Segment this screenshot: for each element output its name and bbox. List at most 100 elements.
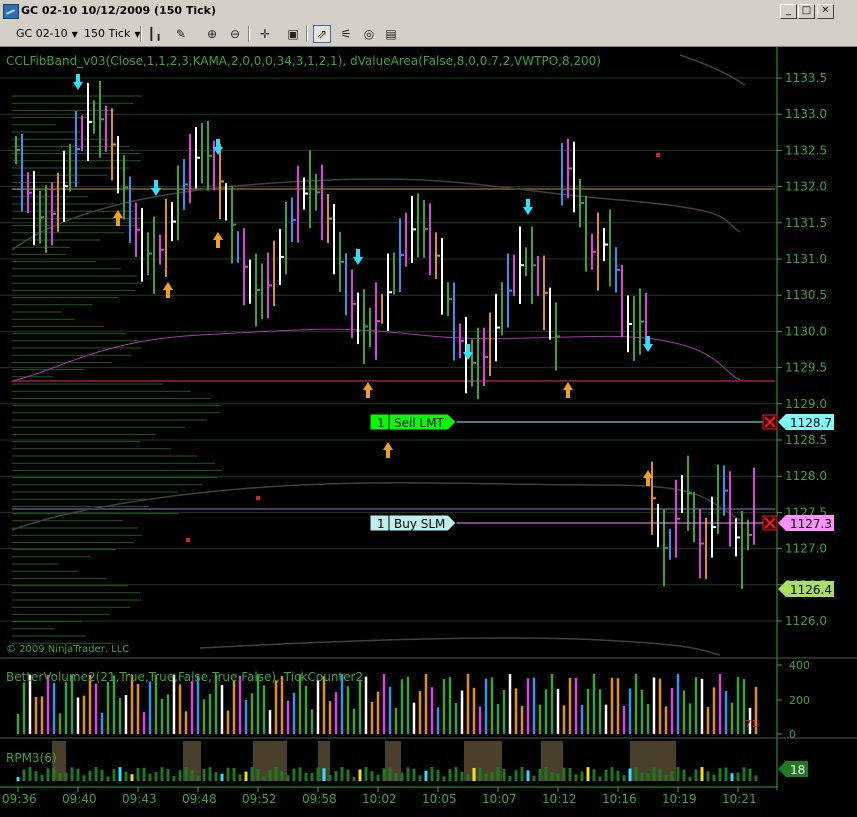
chart-app-icon: [3, 4, 19, 19]
rpm-indicator-label: RPM3(6): [6, 751, 57, 765]
price-tick-label: 1133.5: [785, 71, 827, 85]
red-marker: [186, 538, 190, 542]
chart-toolbar: GC 02-10 ▼ 150 Tick ▼ ┃╻ ✎ ⊕ ⊖ ✛ ▣ ⇗ ⚟ ◎ ▤: [0, 22, 857, 47]
minimize-button[interactable]: _: [780, 4, 797, 19]
indicator-label: CCLFibBand_v03(Close,1,1,2,3,KAMA,2,0,0,…: [6, 54, 601, 68]
signal-arrow-shaft: [386, 450, 390, 458]
signal-arrow-shaft: [646, 478, 650, 486]
price-tick-label: 1129.0: [785, 397, 827, 411]
signal-arrow-head: [151, 188, 161, 196]
ninjatrader-chart-window: GC 02-10 10/12/2009 (150 Tick) _ □ ✕ GC …: [0, 0, 857, 817]
signal-arrow-head: [353, 257, 363, 265]
toolbar-separator: [306, 26, 308, 42]
close-button[interactable]: ✕: [817, 4, 834, 19]
toolbar-separator: [248, 26, 250, 42]
last-price-label: 1126.4: [790, 583, 832, 597]
maximize-button[interactable]: □: [798, 4, 815, 19]
time-tick-label: 09:52: [242, 792, 277, 806]
signal-arrow-shaft: [166, 290, 170, 298]
order-type-label: Buy SLM: [394, 517, 445, 531]
rpm-background-block: [464, 741, 502, 781]
price-tick-label: 1131.0: [785, 252, 827, 266]
chart-canvas[interactable]: 1133.5 1133.0 1132.5 1132.0 1131.5 1131.0 1130…: [0, 47, 857, 817]
price-tick-label: 1128.0: [785, 469, 827, 483]
rpm-value: 18: [790, 763, 805, 777]
signal-arrow-head: [213, 232, 223, 240]
price-tick-label: 1130.5: [785, 288, 827, 302]
signal-arrow-shaft: [216, 139, 220, 147]
chart-panel[interactable]: 1133.5 1133.0 1132.5 1132.0 1131.5 1131.0 1130…: [0, 47, 857, 817]
interval-label: 150 Tick: [84, 27, 131, 40]
fib-band-outer: [679, 54, 746, 86]
time-tick-label: 09:43: [122, 792, 157, 806]
volume-indicator-label: BetterVolume2(21,True,True,False,True,Fa…: [6, 670, 363, 684]
order-qty: 1: [377, 416, 385, 430]
indicators-icon[interactable]: ◎: [360, 25, 378, 43]
crosshair-icon[interactable]: ✛: [256, 25, 274, 43]
copyright-label: © 2009 NinjaTrader, LLC: [6, 644, 129, 655]
signal-arrow-head: [563, 382, 573, 390]
price-tick-label: 1126.0: [785, 614, 827, 628]
fib-band-outer-lower: [199, 637, 721, 656]
time-tick-label: 10:02: [362, 792, 397, 806]
signal-arrow-head: [73, 82, 83, 90]
window-title: GC 02-10 10/12/2009 (150 Tick): [21, 4, 216, 17]
properties-icon[interactable]: ▣: [284, 25, 302, 43]
signal-arrow-shaft: [366, 390, 370, 398]
rpm-background-block: [385, 741, 401, 781]
signal-arrow-shaft: [116, 218, 120, 226]
red-marker: [256, 496, 260, 500]
price-tick-label: 1129.5: [785, 361, 827, 375]
instrument-selector[interactable]: GC 02-10 ▼: [16, 25, 78, 42]
chart-trader-icon[interactable]: ⇗: [313, 25, 331, 43]
signal-arrow-shaft: [646, 336, 650, 344]
zoom-in-icon[interactable]: ⊕: [203, 25, 221, 43]
signal-arrow-shaft: [154, 180, 158, 188]
price-tick-label: 1133.0: [785, 107, 827, 121]
price-tick-label: 1128.5: [785, 433, 827, 447]
signal-arrow-shaft: [356, 249, 360, 257]
order-qty: 1: [377, 517, 385, 531]
order-price-label: 1127.3: [790, 517, 832, 531]
signal-arrow-shaft: [466, 344, 470, 352]
volume-tick-label: 200: [789, 694, 810, 707]
instrument-label: GC 02-10: [16, 27, 68, 40]
time-tick-label: 10:12: [542, 792, 577, 806]
time-tick-label: 10:16: [602, 792, 637, 806]
signal-arrow-head: [163, 282, 173, 290]
time-tick-label: 09:48: [182, 792, 217, 806]
bar-type-icon[interactable]: ┃╻: [146, 25, 164, 43]
time-tick-label: 09:58: [302, 792, 337, 806]
signal-arrow-head: [383, 442, 393, 450]
title-bar[interactable]: GC 02-10 10/12/2009 (150 Tick) _ □ ✕: [0, 0, 857, 23]
signal-arrow-shaft: [566, 390, 570, 398]
volume-tick-label: 0: [789, 728, 796, 741]
time-tick-label: 10:05: [422, 792, 457, 806]
price-tick-label: 1127.0: [785, 542, 827, 556]
interval-selector[interactable]: 150 Tick ▼: [84, 25, 141, 42]
zoom-out-icon[interactable]: ⊖: [226, 25, 244, 43]
red-marker: [656, 153, 660, 157]
price-tick-label: 1132.5: [785, 143, 827, 157]
signal-arrow-shaft: [216, 240, 220, 248]
price-tick-label: 1130.0: [785, 324, 827, 338]
signal-arrow-shaft: [76, 74, 80, 82]
order-type-label: Sell LMT: [394, 416, 445, 430]
tick-counter: 71: [745, 719, 758, 730]
time-tick-label: 10:07: [482, 792, 517, 806]
time-tick-label: 10:19: [662, 792, 697, 806]
time-tick-label: 10:21: [722, 792, 757, 806]
time-tick-label: 09:40: [62, 792, 97, 806]
data-box-icon[interactable]: ▤: [382, 25, 400, 43]
chevron-down-icon: ▼: [71, 30, 78, 39]
signal-arrow-head: [363, 382, 373, 390]
strategies-icon[interactable]: ⚟: [337, 25, 355, 43]
volume-tick-label: 400: [789, 659, 810, 672]
price-tick-label: 1132.0: [785, 180, 827, 194]
signal-arrow-shaft: [526, 199, 530, 207]
toolbar-separator: [140, 26, 142, 42]
order-price-label: 1128.7: [790, 416, 832, 430]
time-tick-label: 09:36: [2, 792, 37, 806]
drawing-tool-icon[interactable]: ✎: [172, 25, 190, 43]
signal-arrow-head: [523, 207, 533, 215]
